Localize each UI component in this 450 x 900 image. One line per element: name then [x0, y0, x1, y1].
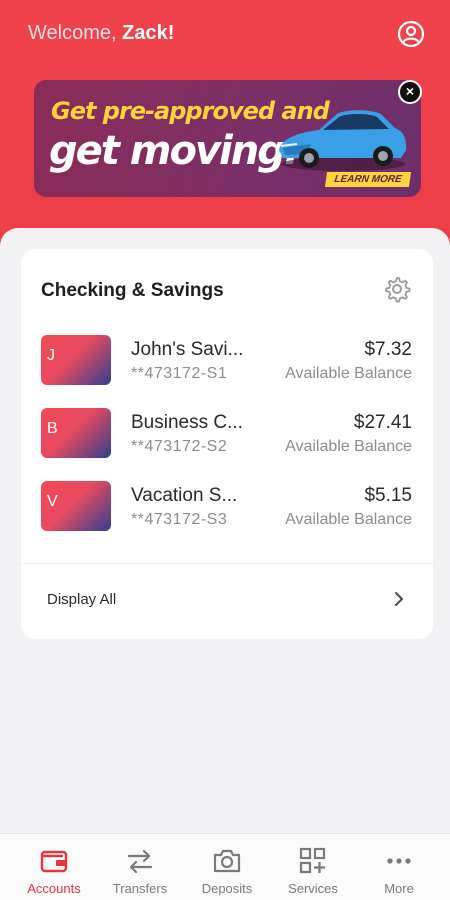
- tab-transfers[interactable]: Transfers: [95, 834, 185, 900]
- account-number: **473172-S2: [131, 438, 228, 455]
- profile-button[interactable]: [397, 20, 425, 48]
- tab-label: Services: [288, 881, 338, 896]
- banner-close-button[interactable]: ×: [398, 80, 422, 104]
- transfer-arrows-icon: [127, 849, 153, 874]
- learn-more-button[interactable]: LEARN MORE: [324, 172, 412, 187]
- gear-icon: [385, 277, 411, 303]
- display-all-label: Display All: [47, 591, 117, 608]
- account-row[interactable]: V Vacation S... **473172-S3 $5.15 Availa…: [21, 481, 433, 533]
- more-dots-icon: [387, 858, 411, 864]
- balance-label: Available Balance: [285, 511, 412, 528]
- account-name: John's Savi...: [131, 339, 244, 360]
- tab-label: Accounts: [27, 881, 81, 896]
- account-name: Business C...: [131, 412, 243, 433]
- wallet-icon: [40, 850, 68, 873]
- account-balance: $27.41: [353, 412, 412, 433]
- welcome-prefix: Welcome,: [28, 22, 123, 44]
- banner-tagline: get moving.: [49, 128, 299, 174]
- tab-label: Transfers: [112, 881, 168, 896]
- tab-services[interactable]: Services: [268, 834, 358, 900]
- accounts-card: Checking & Savings J John's Savi... **47…: [21, 249, 433, 639]
- user-circle-icon: [397, 20, 425, 48]
- settings-button[interactable]: [383, 275, 411, 303]
- card-title: Checking & Savings: [41, 280, 224, 301]
- account-number: **473172-S1: [131, 365, 228, 382]
- account-initial: J: [47, 347, 55, 364]
- account-balance: $5.15: [364, 485, 412, 506]
- balance-label: Available Balance: [285, 365, 412, 382]
- account-avatar: V: [41, 481, 111, 531]
- tab-deposits[interactable]: Deposits: [182, 834, 272, 900]
- promo-banner[interactable]: Get pre-approved and get moving. LEARN M…: [34, 80, 421, 197]
- car-illustration: [279, 110, 407, 171]
- chevron-right-icon: [395, 592, 403, 606]
- grid-plus-icon: [299, 847, 326, 874]
- close-icon: ×: [405, 83, 415, 99]
- header: Welcome, Zack! Get pre-approved and get …: [0, 0, 450, 250]
- bottom-tab-bar: Accounts Transfers Deposits Services Mor…: [0, 833, 450, 900]
- balance-label: Available Balance: [285, 438, 412, 455]
- account-row[interactable]: B Business C... **473172-S2 $27.41 Avail…: [21, 408, 433, 460]
- tab-label: More: [384, 881, 414, 896]
- user-name: Zack!: [122, 22, 175, 44]
- welcome-text: Welcome, Zack!: [28, 22, 174, 45]
- account-row[interactable]: J John's Savi... **473172-S1 $7.32 Avail…: [21, 335, 433, 387]
- display-all-button[interactable]: Display All: [21, 564, 433, 636]
- account-initial: V: [47, 493, 58, 510]
- account-avatar: B: [41, 408, 111, 458]
- camera-icon: [213, 849, 241, 873]
- account-number: **473172-S3: [131, 511, 228, 528]
- tab-more[interactable]: More: [354, 834, 444, 900]
- account-name: Vacation S...: [131, 485, 238, 506]
- account-balance: $7.32: [364, 339, 412, 360]
- tab-accounts[interactable]: Accounts: [9, 834, 99, 900]
- account-avatar: J: [41, 335, 111, 385]
- tab-label: Deposits: [201, 881, 253, 896]
- account-initial: B: [47, 420, 58, 437]
